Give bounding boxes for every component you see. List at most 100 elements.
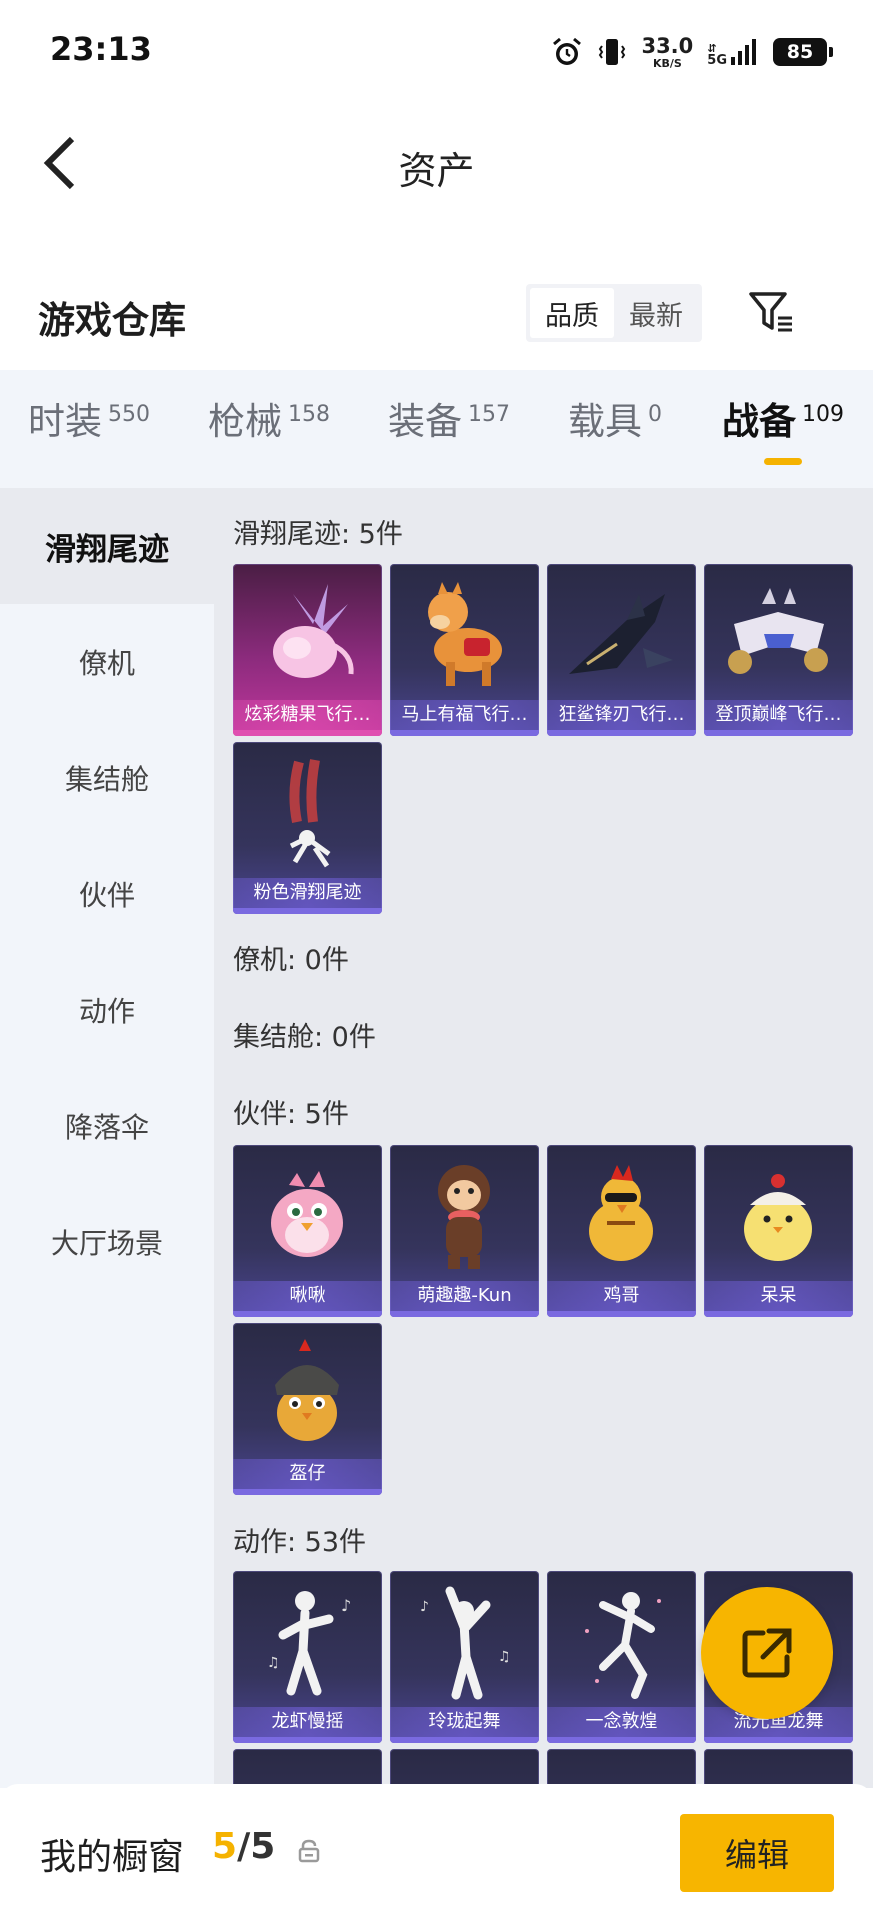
item-name: 炫彩糖果飞行… [233, 700, 382, 730]
svg-text:♪: ♪ [341, 1596, 351, 1615]
section-title-emote: 动作: 53件 [233, 1527, 367, 1558]
rarity-bar [233, 908, 382, 914]
net-speed-unit: KB/S [652, 56, 682, 70]
item-name: 啾啾 [233, 1281, 382, 1311]
helmet-chick-companion-icon [275, 1339, 339, 1441]
tab-count: 0 [648, 402, 662, 427]
warehouse-title: 游戏仓库 [38, 299, 186, 342]
monkey-companion-icon [438, 1165, 490, 1269]
network-type: 5G [707, 53, 727, 68]
rarity-bar [390, 730, 539, 736]
side-menu: 滑翔尾迹 僚机 集结舱 伙伴 动作 降落伞 大厅场景 [0, 488, 214, 1788]
battery-level: 85 [786, 41, 814, 63]
item-card[interactable]: 萌趣趣-Kun [390, 1145, 539, 1317]
back-button[interactable] [30, 128, 90, 198]
item-name: 马上有福飞行… [390, 700, 539, 730]
tab-vehicles[interactable]: 载具 0 [568, 400, 662, 460]
item-card[interactable] [233, 1749, 382, 1788]
assets-page: 23:13 33.0 KB/S ⇵ 5G 85 资产 游戏仓库 品质 最新 时装… [0, 0, 873, 1920]
tab-label: 载具 [568, 400, 642, 443]
item-card[interactable] [547, 1749, 696, 1788]
tab-label: 战备 [722, 400, 796, 443]
item-card[interactable]: 粉色滑翔尾迹 [233, 742, 382, 914]
page-title: 资产 [398, 149, 475, 193]
side-item-companion[interactable]: 伙伴 [0, 836, 214, 952]
tab-count: 550 [108, 402, 150, 427]
dance-emote-icon: ♪♫ [267, 1591, 351, 1696]
side-item-lobby-scene[interactable]: 大厅场景 [0, 1184, 214, 1300]
side-item-emote[interactable]: 动作 [0, 952, 214, 1068]
tab-weapons[interactable]: 枪械 158 [208, 400, 330, 460]
tab-gear[interactable]: 战备 109 [722, 400, 844, 460]
dance-emote-icon: ♪♫ [420, 1586, 511, 1700]
item-name: 萌趣趣-Kun [390, 1281, 539, 1311]
vibrate-icon [599, 39, 626, 65]
side-item-assembly-pod[interactable]: 集结舱 [0, 720, 214, 836]
status-icons: 33.0 KB/S ⇵ 5G 85 [551, 30, 833, 74]
item-card[interactable] [704, 1749, 853, 1788]
candy-trail-icon [273, 584, 354, 678]
rarity-bar [390, 1737, 539, 1743]
item-name: 一念敦煌 [547, 1707, 696, 1737]
tab-count: 158 [288, 402, 330, 427]
warehouse-header: 游戏仓库 品质 最新 [0, 270, 873, 370]
rarity-bar [704, 1311, 853, 1317]
section-title-glide-trail: 滑翔尾迹: 5件 [233, 519, 403, 550]
pink-glide-trail-icon [289, 759, 331, 868]
share-icon [742, 1628, 792, 1678]
item-card[interactable]: 狂鲨锋刃飞行… [547, 564, 696, 736]
battery-indicator: 85 [773, 38, 833, 66]
item-card[interactable]: 呆呆 [704, 1145, 853, 1317]
item-name: 鸡哥 [547, 1281, 696, 1311]
dunhuang-dance-emote-icon [585, 1592, 661, 1699]
side-item-glide-trail[interactable]: 滑翔尾迹 [0, 488, 214, 604]
item-name: 玲珑起舞 [390, 1707, 539, 1737]
item-name: 狂鲨锋刃飞行… [547, 700, 696, 730]
status-time: 23:13 [50, 30, 152, 68]
tab-count: 157 [468, 402, 510, 427]
item-card[interactable]: ♪ ♫ 玲珑起舞 [390, 1571, 539, 1743]
section-title-assembly-pod: 集结舱: 0件 [233, 1022, 376, 1053]
item-card[interactable]: 盔仔 [233, 1323, 382, 1495]
tab-equipment[interactable]: 装备 157 [388, 400, 510, 460]
item-name: 粉色滑翔尾迹 [233, 878, 382, 908]
chick-companion-icon [744, 1174, 812, 1261]
rarity-bar [233, 1737, 382, 1743]
item-name: 登顶巅峰飞行… [704, 700, 853, 730]
alarm-icon [553, 37, 582, 65]
item-card[interactable]: 登顶巅峰飞行… [704, 564, 853, 736]
chevron-left-icon [43, 136, 75, 190]
side-item-wingman[interactable]: 僚机 [0, 604, 214, 720]
item-card[interactable]: 马上有福飞行… [390, 564, 539, 736]
rarity-bar [547, 1311, 696, 1317]
svg-text:♪: ♪ [420, 1599, 429, 1615]
svg-text:♫: ♫ [267, 1655, 280, 1671]
item-card[interactable]: 一念敦煌 [547, 1571, 696, 1743]
edit-button[interactable]: 编辑 [680, 1814, 834, 1892]
chicken-companion-icon [589, 1165, 653, 1261]
rarity-bar [233, 730, 382, 736]
item-card[interactable]: ♪ ♫ 龙虾慢摇 [233, 1571, 382, 1743]
filter-button[interactable] [742, 284, 802, 342]
rarity-bar [233, 1311, 382, 1317]
section-title-wingman: 僚机: 0件 [233, 945, 349, 976]
pony-trail-icon [428, 582, 502, 686]
sort-quality-button[interactable]: 品质 [530, 288, 614, 338]
sort-newest-button[interactable]: 最新 [614, 288, 698, 338]
tab-fashion[interactable]: 时装 550 [28, 400, 150, 460]
item-card[interactable]: 鸡哥 [547, 1145, 696, 1317]
item-card[interactable]: 啾啾 [233, 1145, 382, 1317]
rarity-bar [547, 730, 696, 736]
net-speed-value: 33.0 [641, 33, 694, 58]
share-button[interactable] [701, 1587, 833, 1719]
item-card[interactable]: 炫彩糖果飞行… [233, 564, 382, 736]
side-item-parachute[interactable]: 降落伞 [0, 1068, 214, 1184]
nav-bar: 资产 [0, 100, 873, 230]
shark-trail-icon [569, 594, 673, 674]
item-card[interactable] [390, 1749, 539, 1788]
showcase-bar: 我的橱窗 5/5 编辑 [0, 1784, 873, 1920]
rarity-bar [547, 1737, 696, 1743]
showcase-current: 5 [212, 1826, 238, 1867]
tab-label: 时装 [28, 400, 102, 443]
status-bar: 23:13 33.0 KB/S ⇵ 5G 85 [0, 0, 873, 100]
